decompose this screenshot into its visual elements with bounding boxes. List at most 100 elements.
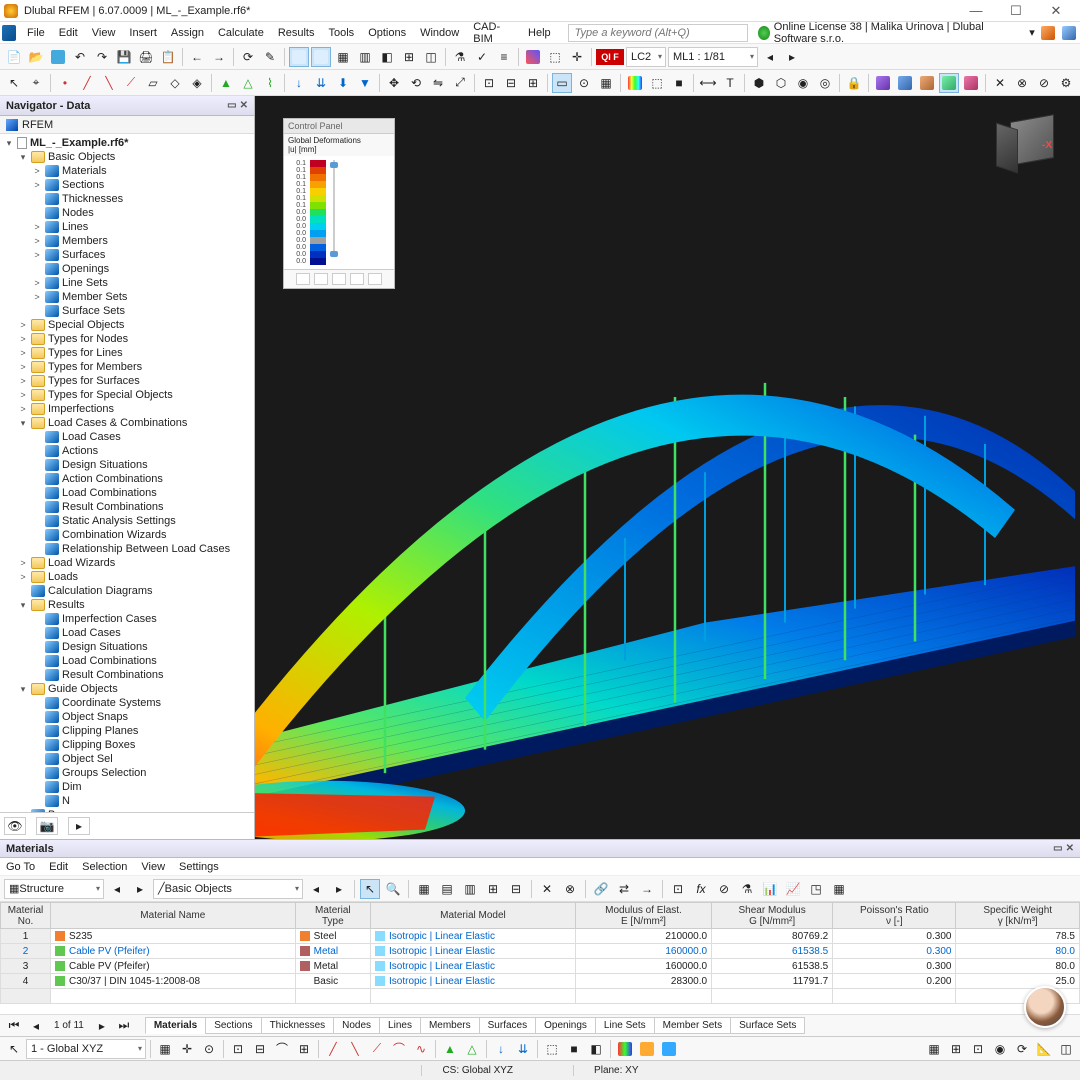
m1-icon[interactable]: ⬢ xyxy=(749,73,769,93)
tree-item[interactable]: >Materials xyxy=(4,164,254,178)
mesh1-icon[interactable] xyxy=(873,73,893,93)
tree-item[interactable]: Groups Selection xyxy=(4,766,254,780)
navigator-tree[interactable]: ▾ML_-_Example.rf6*▾Basic Objects>Materia… xyxy=(0,134,254,812)
load4-icon[interactable]: ▼ xyxy=(355,73,375,93)
view-icon[interactable]: ⬚ xyxy=(545,47,565,67)
f-grid-icon[interactable]: ▦ xyxy=(155,1039,175,1059)
dim-icon[interactable]: ⟷ xyxy=(698,73,718,93)
f-c-icon[interactable]: ⌒ xyxy=(272,1039,292,1059)
tab-surface-sets[interactable]: Surface Sets xyxy=(730,1017,805,1034)
f-s2-icon[interactable]: △ xyxy=(462,1039,482,1059)
navigator-root[interactable]: RFEM xyxy=(0,116,254,134)
f-a-icon[interactable]: ⊡ xyxy=(228,1039,248,1059)
shape-icon[interactable]: ◇ xyxy=(165,73,185,93)
tab-members[interactable]: Members xyxy=(420,1017,480,1034)
tree-item[interactable]: Clipping Boxes xyxy=(4,738,254,752)
t-prev-icon[interactable]: ◂ xyxy=(107,879,127,899)
mat-view[interactable]: View xyxy=(141,861,165,873)
load3-icon[interactable]: ⬇ xyxy=(333,73,353,93)
f-ld1-icon[interactable]: ↓ xyxy=(491,1039,511,1059)
x1-icon[interactable]: ✕ xyxy=(990,73,1010,93)
m2-icon[interactable]: ⬡ xyxy=(771,73,791,93)
wire-icon[interactable]: ⬚ xyxy=(647,73,667,93)
mat-settings[interactable]: Settings xyxy=(179,861,219,873)
f-c2-icon[interactable] xyxy=(637,1039,657,1059)
menu-help[interactable]: Help xyxy=(521,25,558,41)
menu-calculate[interactable]: Calculate xyxy=(211,25,271,41)
redo-icon[interactable]: ↷ xyxy=(92,47,112,67)
tree-item[interactable]: >Sections xyxy=(4,178,254,192)
ctrl-f2-icon[interactable] xyxy=(314,273,328,285)
tree-item[interactable]: Load Cases xyxy=(4,430,254,444)
f-r3-icon[interactable]: ⊡ xyxy=(968,1039,988,1059)
menu-insert[interactable]: Insert xyxy=(122,25,164,41)
tab-lines[interactable]: Lines xyxy=(379,1017,421,1034)
tree-item[interactable]: >Loads xyxy=(4,570,254,584)
sel-obj-icon[interactable]: ▭ xyxy=(552,73,572,93)
cube-icon[interactable] xyxy=(1060,23,1078,43)
t-prev2-icon[interactable]: ◂ xyxy=(306,879,326,899)
tree-item[interactable]: Design Situations xyxy=(4,458,254,472)
mat-sel[interactable]: Selection xyxy=(82,861,127,873)
tool-icon[interactable]: ▦ xyxy=(333,47,353,67)
gear-icon[interactable]: ⚙ xyxy=(1056,73,1076,93)
f-ld2-icon[interactable]: ⇊ xyxy=(513,1039,533,1059)
app-menu-icon[interactable] xyxy=(2,25,16,41)
tree-item[interactable]: >Member Sets xyxy=(4,290,254,304)
menu-results[interactable]: Results xyxy=(271,25,322,41)
calc-icon[interactable]: ≡ xyxy=(494,47,514,67)
mesh2-icon[interactable] xyxy=(895,73,915,93)
ctrl-f4-icon[interactable] xyxy=(350,273,364,285)
tree-item[interactable]: Openings xyxy=(4,262,254,276)
pin-icon[interactable]: ▭ xyxy=(227,100,236,111)
mat-close-icon[interactable]: ✕ xyxy=(1066,843,1074,854)
cursor-icon[interactable]: ↖ xyxy=(4,73,24,93)
g4-icon[interactable]: ⊞ xyxy=(483,879,503,899)
mesh4-icon[interactable] xyxy=(939,73,959,93)
tree-item[interactable]: >Load Wizards xyxy=(4,556,254,570)
new-icon[interactable]: 📄 xyxy=(4,47,24,67)
tree-item[interactable]: Object Sel xyxy=(4,752,254,766)
tree-item[interactable]: >Types for Surfaces xyxy=(4,374,254,388)
tree-item[interactable]: Combination Wizards xyxy=(4,528,254,542)
f-axis-icon[interactable]: ✛ xyxy=(177,1039,197,1059)
filter-icon[interactable]: ⚗ xyxy=(450,47,470,67)
f-r6-icon[interactable]: 📐 xyxy=(1034,1039,1054,1059)
tab-thicknesses[interactable]: Thicknesses xyxy=(261,1017,335,1034)
poly-icon[interactable]: ⟋ xyxy=(121,73,141,93)
menu-edit[interactable]: Edit xyxy=(52,25,85,41)
f-b-icon[interactable]: ⊟ xyxy=(250,1039,270,1059)
tree-item[interactable]: Load Combinations xyxy=(4,654,254,668)
ext3-icon[interactable]: ⊞ xyxy=(523,73,543,93)
sync-icon[interactable]: ⇄ xyxy=(614,879,634,899)
view-iso-icon[interactable] xyxy=(523,47,543,67)
minimize-button[interactable]: — xyxy=(956,1,996,21)
tree-item[interactable]: >Types for Members xyxy=(4,360,254,374)
r3-icon[interactable]: ⚗ xyxy=(737,879,757,899)
menu-window[interactable]: Window xyxy=(413,25,466,41)
f-d-icon[interactable]: ⊞ xyxy=(294,1039,314,1059)
ml-combo[interactable]: ML1 : 1/81 xyxy=(668,47,758,67)
f-v3-icon[interactable]: ◧ xyxy=(586,1039,606,1059)
nav-tab-arrow[interactable]: ▸ xyxy=(68,817,90,835)
tree-item[interactable]: Clipping Planes xyxy=(4,724,254,738)
tree-item[interactable]: ▾Basic Objects xyxy=(4,150,254,164)
x3-icon[interactable]: ⊘ xyxy=(1034,73,1054,93)
table-row[interactable]: 1S235SteelIsotropic | Linear Elastic2100… xyxy=(1,929,1080,944)
del2-icon[interactable]: ⊗ xyxy=(560,879,580,899)
tree-item[interactable]: Result Combinations xyxy=(4,668,254,682)
arrow-icon[interactable]: → xyxy=(637,879,657,899)
tab-line-sets[interactable]: Line Sets xyxy=(595,1017,655,1034)
tree-item[interactable]: Result Combinations xyxy=(4,500,254,514)
pg-last-icon[interactable]: ⏭ xyxy=(114,1016,134,1036)
f-c3-icon[interactable] xyxy=(659,1039,679,1059)
r2-icon[interactable]: ⊘ xyxy=(714,879,734,899)
tree-item[interactable]: >Members xyxy=(4,234,254,248)
search-input[interactable] xyxy=(568,24,748,42)
structure-combo[interactable]: ▦ Structure xyxy=(4,879,104,899)
tab-nodes[interactable]: Nodes xyxy=(333,1017,380,1034)
menu-view[interactable]: View xyxy=(85,25,123,41)
load-icon[interactable]: ↓ xyxy=(289,73,309,93)
pick-icon[interactable]: ⌖ xyxy=(26,73,46,93)
tree-item[interactable]: N xyxy=(4,794,254,808)
